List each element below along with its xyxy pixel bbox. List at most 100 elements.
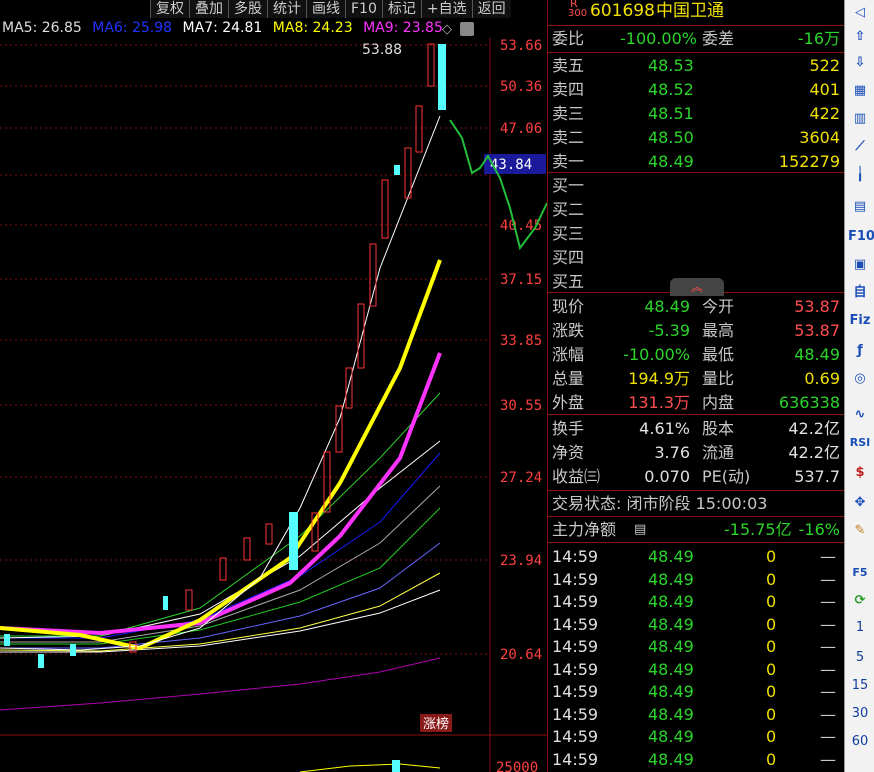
pencil-icon[interactable]: ✎	[848, 520, 872, 542]
refresh-icon[interactable]: ⟳	[848, 590, 872, 612]
arrow-left-icon[interactable]: ◁	[848, 2, 872, 24]
weicha-label: 委差	[702, 29, 735, 48]
buy-row[interactable]: 买一	[548, 174, 842, 197]
stat-row[interactable]: 净资 3.76 流通 42.2亿	[548, 441, 842, 464]
sell-volume: 3604	[799, 128, 840, 147]
ma7-label: MA7: 24.81	[182, 20, 263, 36]
chart-toolbar: 复权 叠加 多股 统计 画线 F10 标记 +自选 返回	[150, 0, 511, 18]
period-5[interactable]: 5	[845, 650, 874, 665]
toolbar-multi-stock[interactable]: 多股	[228, 0, 267, 18]
main-force-row[interactable]: 主力净额 ▤ -15.75亿 -16%	[548, 518, 842, 541]
tick-time: 14:59	[552, 749, 599, 769]
rsi-icon[interactable]: RSI	[848, 432, 872, 454]
wave-icon[interactable]: ∿	[848, 404, 872, 426]
toolbar-add-watchlist[interactable]: +自选	[420, 0, 472, 18]
document-icon[interactable]: ▤	[848, 196, 872, 218]
tick-volume: 0	[766, 749, 777, 769]
stat-row[interactable]: 换手 4.61% 股本 42.2亿	[548, 417, 842, 440]
buy-row[interactable]: 买三	[548, 222, 842, 245]
buy-level-label: 买五	[552, 272, 585, 291]
period-1[interactable]: 1	[845, 620, 874, 635]
weibi-row: 委比 -100.00% 委差 -16万	[548, 27, 842, 50]
main-force-value: -15.75亿	[724, 520, 792, 539]
quote-label-2: 最低	[702, 345, 735, 364]
expand-handle-icon[interactable]: ︽	[670, 278, 724, 296]
tick-row[interactable]: 14:59 48.49 0 —	[548, 568, 842, 591]
tick-row[interactable]: 14:59 48.49 0 —	[548, 590, 842, 613]
toolbar-draw-line[interactable]: 画线	[306, 0, 345, 18]
toolbar-fuquan[interactable]: 复权	[150, 0, 189, 18]
tick-row[interactable]: 14:59 48.49 0 —	[548, 748, 842, 771]
panel-toggle-icon[interactable]	[460, 22, 474, 36]
tick-time: 14:59	[552, 569, 599, 589]
list-icon[interactable]: ▤	[634, 518, 646, 541]
quote-row[interactable]: 外盘 131.3万 内盘 636338	[548, 391, 842, 414]
grid-icon[interactable]: ▥	[848, 108, 872, 130]
sell-level-label: 卖一	[552, 152, 585, 171]
tick-direction: —	[820, 749, 836, 769]
dollar-icon[interactable]: $	[848, 462, 872, 484]
period-30[interactable]: 30	[845, 706, 874, 721]
self-select-icon[interactable]: 自	[848, 282, 872, 304]
period-15[interactable]: 15	[845, 678, 874, 693]
arrow-up-icon[interactable]: ⇧	[848, 26, 872, 48]
stat-label: 换手	[552, 419, 585, 438]
diamond-icon[interactable]: ◇	[442, 22, 452, 37]
quote-row[interactable]: 总量 194.9万 量比 0.69	[548, 367, 842, 390]
tick-row[interactable]: 14:59 48.49 0 —	[548, 680, 842, 703]
ma8-label: MA8: 24.23	[272, 20, 353, 36]
quote-value: 131.3万	[628, 393, 690, 412]
toolbar-overlay[interactable]: 叠加	[189, 0, 228, 18]
quote-row[interactable]: 涨跌 -5.39 最高 53.87	[548, 319, 842, 342]
report-icon[interactable]: ▦	[848, 80, 872, 102]
stat-row[interactable]: 收益㈢ 0.070 PE(动) 537.7	[548, 465, 842, 488]
main-force-pct: -16%	[798, 520, 840, 539]
stock-name: 中国卫通	[656, 1, 724, 21]
buy-row[interactable]: 买四	[548, 246, 842, 269]
sell-row[interactable]: 卖三 48.51 422	[548, 102, 842, 125]
toolbar-back[interactable]: 返回	[471, 0, 511, 18]
toolbar-f10[interactable]: F10	[345, 0, 382, 18]
sell-row[interactable]: 卖一 48.49 152279	[548, 150, 842, 173]
y-tick-label: 20.64	[500, 647, 542, 663]
quote-row[interactable]: 现价 48.49 今开 53.87	[548, 295, 842, 318]
kline-chart[interactable]: 53.66 50.36 47.06 40.45 37.15 33.85 30.5…	[0, 38, 547, 772]
toolbar-statistics[interactable]: 统计	[267, 0, 306, 18]
fiz-icon[interactable]: Fiz	[848, 310, 872, 332]
sell-volume: 401	[809, 80, 840, 99]
tick-volume: 0	[766, 547, 777, 566]
ma9-label: MA9: 23.85	[363, 20, 443, 36]
news-icon[interactable]: ▣	[848, 254, 872, 276]
toolbar-mark[interactable]: 标记	[381, 0, 421, 18]
tick-row[interactable]: 14:59 48.49 0 —	[548, 658, 842, 681]
quote-label: 现价	[552, 297, 585, 316]
tick-row[interactable]: 14:59 48.49 0 —	[548, 725, 842, 748]
sell-row[interactable]: 卖二 48.50 3604	[548, 126, 842, 149]
arrow-down-icon[interactable]: ⇩	[848, 52, 872, 74]
sell-price: 48.52	[648, 80, 694, 99]
sell-price: 48.50	[648, 128, 694, 147]
tick-row[interactable]: 14:59 48.49 0 —	[548, 703, 842, 726]
f10-icon[interactable]: F10	[848, 226, 874, 248]
sell-level-label: 卖五	[552, 56, 585, 75]
quote-row[interactable]: 涨幅 -10.00% 最低 48.49	[548, 343, 842, 366]
formula-icon[interactable]: ƒ	[848, 340, 872, 362]
tick-direction: —	[820, 704, 836, 724]
period-60[interactable]: 60	[845, 734, 874, 749]
stat-value: 0.070	[644, 467, 690, 486]
kline-icon[interactable]: ╽	[848, 164, 872, 186]
tick-time: 14:59	[552, 659, 599, 679]
tick-row[interactable]: 14:59 48.49 0 —	[548, 613, 842, 636]
circle-icon[interactable]: ◎	[848, 368, 872, 390]
move-icon[interactable]: ✥	[848, 492, 872, 514]
sell-row[interactable]: 卖四 48.52 401	[548, 78, 842, 101]
stock-header: R 300 601698 中国卫通	[548, 0, 842, 23]
f5-icon[interactable]: F5	[848, 562, 872, 584]
tick-row[interactable]: 14:59 48.49 0 —	[548, 635, 842, 658]
buy-row[interactable]: 买二	[548, 198, 842, 221]
quote-panel: R 300 601698 中国卫通 委比 -100.00% 委差 -16万 卖五…	[547, 0, 845, 772]
stat-value: 3.76	[654, 443, 690, 462]
tick-row[interactable]: 14:59 48.49 0 —	[548, 545, 842, 568]
sell-row[interactable]: 卖五 48.53 522	[548, 54, 842, 77]
line-chart-icon[interactable]: ⟋	[848, 136, 872, 158]
